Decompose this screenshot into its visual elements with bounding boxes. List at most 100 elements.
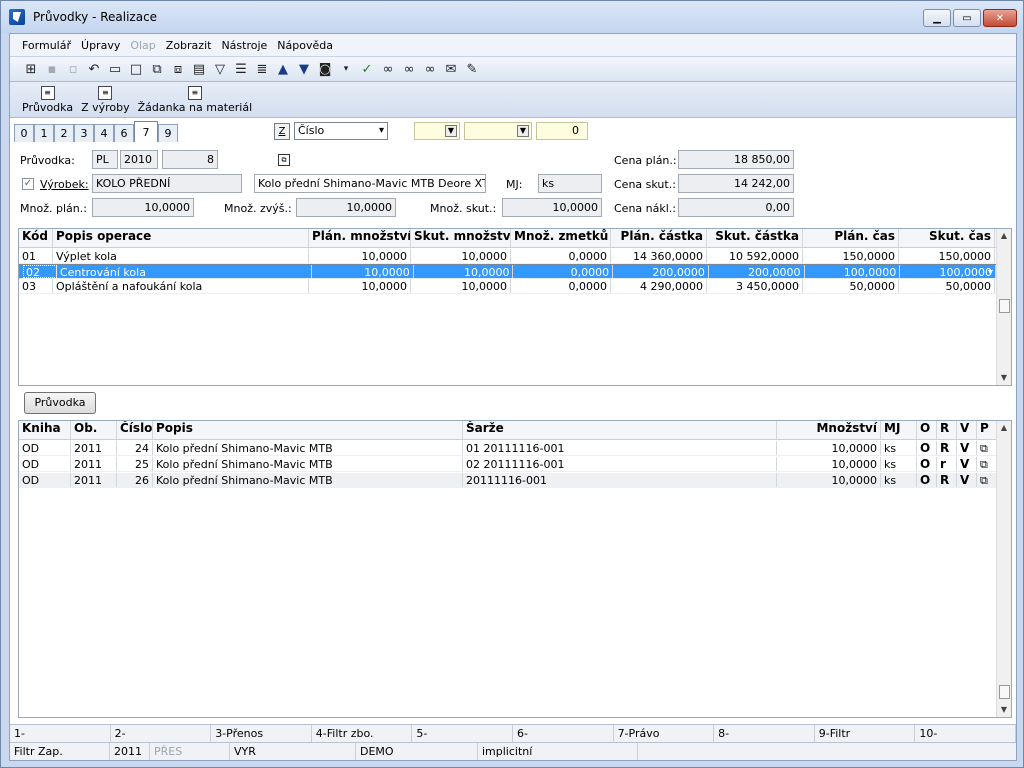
filter-icon[interactable]: ▽ — [211, 60, 229, 78]
document-copy-icon[interactable]: ⧉ — [977, 457, 997, 471]
col-mnozstvi[interactable]: Množství — [777, 421, 881, 439]
col-skut-cas[interactable]: Skut. čas — [899, 229, 995, 247]
tab-6[interactable]: 6 — [114, 124, 134, 142]
col-sarze[interactable]: Šarže — [463, 421, 777, 439]
pruvodka-cislo-field[interactable]: 8 — [162, 150, 218, 169]
col-r[interactable]: R — [937, 421, 957, 439]
col-popis[interactable]: Popis — [153, 421, 463, 439]
paste-icon[interactable]: ⧈ — [169, 60, 187, 78]
table-row[interactable]: OD 2011 24 Kolo přední Shimano-Mavic MTB… — [19, 441, 997, 456]
menu-olap[interactable]: Olap — [130, 39, 155, 52]
maximize-button[interactable]: ▭ — [953, 9, 981, 27]
fkey-1[interactable]: 1- — [10, 725, 111, 742]
menu-zobrazit[interactable]: Zobrazit — [166, 39, 212, 52]
title-bar[interactable]: Průvodky - Realizace ▁ ▭ ✕ — [1, 1, 1023, 33]
mj-field[interactable]: ks — [538, 174, 602, 193]
arrow-up-icon[interactable]: ▲ — [274, 60, 292, 78]
fkey-10[interactable]: 10- — [915, 725, 1016, 742]
col-skut-castka[interactable]: Skut. částka — [707, 229, 803, 247]
new-icon[interactable]: □ — [127, 60, 145, 78]
action-pruvodka[interactable]: ≡ Průvodka — [22, 86, 73, 114]
table-row[interactable]: 03 Opláštění a nafoukání kola 10,0000 10… — [19, 279, 997, 294]
scroll-up-icon[interactable]: ▲ — [997, 421, 1011, 435]
tab-0[interactable]: 0 — [14, 124, 34, 142]
col-mnoz-zmetku[interactable]: Množ. zmetků — [511, 229, 611, 247]
fkey-6[interactable]: 6- — [513, 725, 614, 742]
menu-nastroje[interactable]: Nástroje — [221, 39, 267, 52]
open-icon[interactable]: ▭ — [106, 60, 124, 78]
fkey-5[interactable]: 5- — [412, 725, 513, 742]
chevron-down-icon[interactable]: ▼ — [445, 125, 457, 137]
pruvodka-kniha-field[interactable]: PL — [92, 150, 118, 169]
dropdown-icon[interactable]: ▾ — [337, 60, 355, 78]
scroll-down-icon[interactable]: ▼ — [997, 703, 1011, 717]
find-check-icon[interactable]: ✓ — [358, 60, 376, 78]
action-zadanka[interactable]: ≡ Žádanka na materiál — [138, 86, 252, 114]
col-p[interactable]: P — [977, 421, 997, 439]
binoculars-next-icon[interactable]: ∞ — [400, 60, 418, 78]
col-mj[interactable]: MJ — [881, 421, 917, 439]
col-plan-mnozstvi[interactable]: Plán. množství — [309, 229, 411, 247]
pruvodka-rok-field[interactable]: 2010 — [120, 150, 158, 169]
mnoz-zvys-field[interactable]: 10,0000 — [296, 198, 396, 217]
fkey-7[interactable]: 7-Právo — [614, 725, 715, 742]
col-popis-operace[interactable]: Popis operace — [53, 229, 309, 247]
binoculars-prev-icon[interactable]: ∞ — [421, 60, 439, 78]
filter-list-icon[interactable]: ☰ — [232, 60, 250, 78]
table-row-selected[interactable]: 02 Centrování kola 10,0000 10,0000 0,000… — [19, 264, 997, 280]
col-o[interactable]: O — [917, 421, 937, 439]
col-plan-cas[interactable]: Plán. čas — [803, 229, 899, 247]
document-copy-icon[interactable]: ⧉ — [278, 154, 290, 166]
tab-9[interactable]: 9 — [158, 124, 178, 142]
menu-napoveda[interactable]: Nápověda — [277, 39, 333, 52]
fkey-2[interactable]: 2- — [111, 725, 212, 742]
col-kniha[interactable]: Kniha — [19, 421, 71, 439]
tree-icon[interactable]: ⊞ — [22, 60, 40, 78]
fkey-9[interactable]: 9-Filtr — [815, 725, 916, 742]
scroll-down-icon[interactable]: ▼ — [997, 371, 1011, 385]
col-plan-castka[interactable]: Plán. částka — [611, 229, 707, 247]
copy-icon[interactable]: ⧉ — [148, 60, 166, 78]
tab-3[interactable]: 3 — [74, 124, 94, 142]
vyrobek-checkbox[interactable]: ✓ — [22, 178, 34, 190]
chevron-down-icon[interactable]: ▼ — [517, 125, 529, 137]
document-copy-icon[interactable]: ⧉ — [977, 473, 997, 487]
z-button[interactable]: Z — [274, 122, 290, 140]
documents-grid[interactable]: Kniha Ob. Číslo Popis Šarže Množství MJ … — [18, 420, 1012, 718]
filter-field-1[interactable]: ▼ — [414, 122, 460, 140]
vyrobek-code-field[interactable]: KOLO PŘEDNÍ — [92, 174, 242, 193]
menu-formular[interactable]: Formulář — [22, 39, 71, 52]
mail-icon[interactable]: ✉ — [442, 60, 460, 78]
pruvodka-button[interactable]: Průvodka — [24, 392, 96, 414]
col-ob[interactable]: Ob. — [71, 421, 117, 439]
tab-2[interactable]: 2 — [54, 124, 74, 142]
mnoz-plan-field[interactable]: 10,0000 — [92, 198, 194, 217]
camera-icon[interactable]: ◙ — [316, 60, 334, 78]
fkey-3[interactable]: 3-Přenos — [211, 725, 312, 742]
document-copy-icon[interactable]: ⧉ — [977, 441, 997, 455]
notes-icon[interactable]: ✎ — [463, 60, 481, 78]
vertical-scrollbar[interactable]: ▲ ▼ — [996, 421, 1011, 717]
sort-field-select[interactable]: Číslo — [294, 122, 388, 140]
counter-field[interactable]: 0 — [536, 122, 588, 140]
fkey-4[interactable]: 4-Filtr zbo. — [312, 725, 413, 742]
action-z-vyroby[interactable]: ≡ Z výroby — [81, 86, 130, 114]
arrow-down-icon[interactable]: ▼ — [295, 60, 313, 78]
col-skut-mnozstvi[interactable]: Skut. množství — [411, 229, 511, 247]
save-icon[interactable]: ▪ — [43, 60, 61, 78]
close-button[interactable]: ✕ — [983, 9, 1017, 27]
scroll-up-icon[interactable]: ▲ — [997, 229, 1011, 243]
menu-upravy[interactable]: Úpravy — [81, 39, 120, 52]
col-v[interactable]: V — [957, 421, 977, 439]
col-cislo[interactable]: Číslo — [117, 421, 153, 439]
scroll-thumb[interactable] — [999, 299, 1010, 313]
save-as-icon[interactable]: ▫ — [64, 60, 82, 78]
vyrobek-name-field[interactable]: Kolo přední Shimano-Mavic MTB Deore XT -… — [254, 174, 486, 193]
table-row[interactable]: OD 2011 26 Kolo přední Shimano-Mavic MTB… — [19, 473, 997, 488]
undo-icon[interactable]: ↶ — [85, 60, 103, 78]
book-icon[interactable]: ▤ — [190, 60, 208, 78]
minimize-button[interactable]: ▁ — [923, 9, 951, 27]
mnoz-skut-field[interactable]: 10,0000 — [502, 198, 602, 217]
tab-1[interactable]: 1 — [34, 124, 54, 142]
scroll-thumb[interactable] — [999, 685, 1010, 699]
